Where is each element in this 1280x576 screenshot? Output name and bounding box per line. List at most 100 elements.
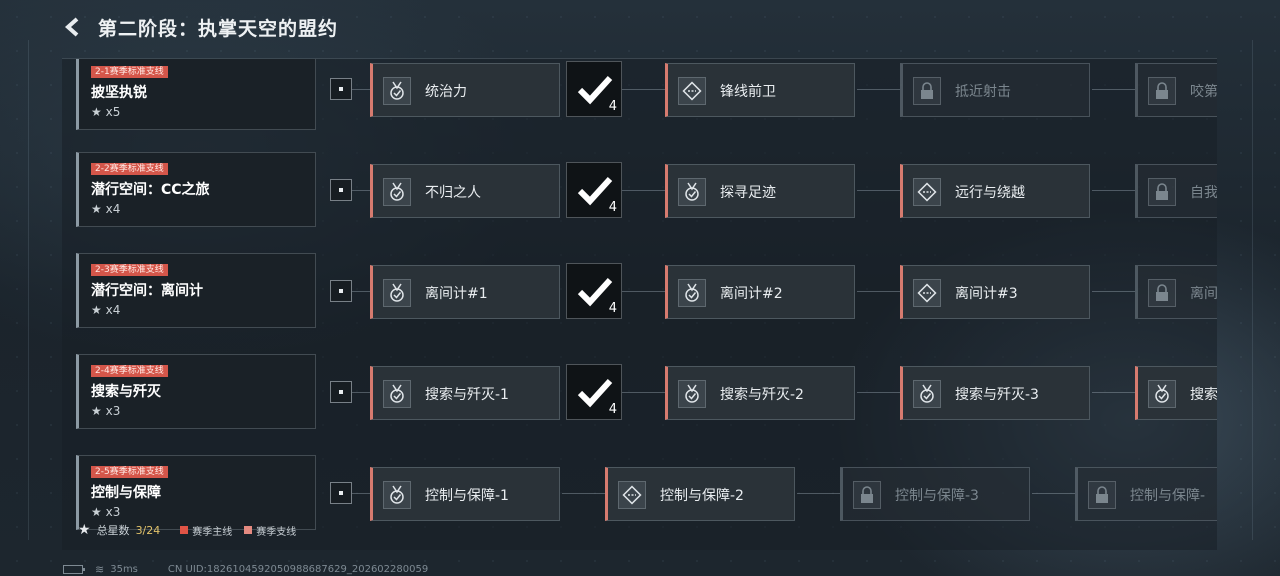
checkmark-icon [577,378,613,408]
task-name: 抵近射击 [955,84,1011,100]
task-name: 搜索与歼灭-2 [720,387,804,403]
task-node[interactable]: 探寻足迹 [665,164,855,218]
star-icon: ★ [91,505,102,519]
diamond-icon [678,77,706,105]
task-name: 不归之人 [425,185,481,201]
back-button[interactable] [60,14,86,40]
completed-check: 4 [566,162,622,218]
branch-tag: 2-1赛季标准支线 [91,66,168,78]
branch-card[interactable]: 2-5赛季标准支线 控制与保障 ★ x3 [76,455,316,530]
task-name: 离间 [1190,286,1217,302]
branch-node-button[interactable] [330,280,352,302]
task-name: 咬第 [1190,84,1217,100]
task-name: 搜索与歼灭-3 [955,387,1039,403]
task-node[interactable]: 离间计#1 [370,265,560,319]
task-node-locked[interactable]: 控制与保障-3 [840,467,1030,521]
task-node[interactable]: 搜索与歼灭-2 [665,366,855,420]
task-name: 探寻足迹 [720,185,776,201]
medal-icon [678,178,706,206]
diamond-icon [913,279,941,307]
task-name: 搜索与歼灭-1 [425,387,509,403]
task-node-locked[interactable]: 抵近射击 [900,63,1090,117]
medal-icon [913,380,941,408]
task-name: 离间计#2 [720,286,783,302]
task-node-locked[interactable]: 离间 [1135,265,1217,319]
battery-icon [63,564,85,574]
branch-title: 搜索与歼灭 [91,384,161,400]
check-count: 4 [608,402,617,417]
page-title: 第二阶段：执掌天空的盟约 [98,17,339,40]
check-count: 4 [608,301,617,316]
task-node-locked[interactable]: 控制与保障- [1075,467,1217,521]
total-stars-label: 总星数 [96,524,130,537]
branch-node-button[interactable] [330,179,352,201]
main-line-label: 赛季主线 [192,526,233,538]
branch-title: 控制与保障 [91,485,161,501]
task-name: 搜索 [1190,387,1217,403]
task-node[interactable]: 搜索与歼灭-1 [370,366,560,420]
side-line-swatch [244,526,253,534]
task-node[interactable]: 离间计#2 [665,265,855,319]
wifi-icon: ≋ [95,562,105,576]
branch-stars: ★ x3 [91,404,121,418]
ping-value: 35ms [110,563,138,575]
star-icon: ★ [91,404,102,418]
task-node[interactable]: 控制与保障-2 [605,467,795,521]
task-node[interactable]: 远行与绕越 [900,164,1090,218]
branch-row-4: 2-4赛季标准支线 搜索与歼灭 ★ x3 搜索与歼灭-1 4 搜索与歼灭-2 搜… [62,354,1217,438]
star-legend: ★ 总星数 3/24 赛季主线 赛季支线 [78,522,296,538]
branch-row-2: 2-2赛季标准支线 潜行空间：CC之旅 ★ x4 不归之人 4 探寻足迹 远行与… [62,152,1217,236]
side-line-label: 赛季支线 [256,526,297,538]
task-name: 离间计#1 [425,286,488,302]
completed-check: 4 [566,61,622,117]
completed-check: 4 [566,263,622,319]
task-name: 控制与保障-2 [660,488,744,504]
completed-check: 4 [566,364,622,420]
branch-card[interactable]: 2-1赛季标准支线 披坚执锐 ★ x5 [76,59,316,130]
uid-text: CN UID:1826104592050988687629_2026022800… [167,563,429,575]
branch-row-3: 2-3赛季标准支线 潜行空间：离间计 ★ x4 离间计#1 4 离间计#2 离间… [62,253,1217,337]
task-name: 控制与保障-1 [425,488,509,504]
star-icon: ★ [91,105,102,119]
task-node[interactable]: 控制与保障-1 [370,467,560,521]
task-node[interactable]: 锋线前卫 [665,63,855,117]
branch-node-button[interactable] [330,78,352,100]
medal-icon [678,380,706,408]
branch-tag: 2-2赛季标准支线 [91,163,168,175]
task-name: 控制与保障-3 [895,488,979,504]
task-name: 统治力 [425,84,467,100]
task-name: 锋线前卫 [720,84,776,100]
branch-card[interactable]: 2-4赛季标准支线 搜索与歼灭 ★ x3 [76,354,316,429]
medal-icon [383,178,411,206]
task-node[interactable]: 搜索 [1135,366,1217,420]
lock-icon [1148,77,1176,105]
chevron-left-icon [64,17,79,37]
task-node-locked[interactable]: 咬第 [1135,63,1217,117]
medal-icon [383,380,411,408]
main-line-swatch [180,526,189,534]
task-node[interactable]: 离间计#3 [900,265,1090,319]
medal-icon [383,481,411,509]
branch-stars: ★ x4 [91,303,121,317]
lock-icon [1148,178,1176,206]
branch-tag: 2-3赛季标准支线 [91,264,168,276]
check-count: 4 [608,99,617,114]
branch-node-button[interactable] [330,482,352,504]
branch-node-button[interactable] [330,381,352,403]
frame-line-right [1252,40,1253,540]
task-name: 远行与绕越 [955,185,1025,201]
branch-stars: ★ x5 [91,105,121,119]
task-node[interactable]: 搜索与歼灭-3 [900,366,1090,420]
header: 第二阶段：执掌天空的盟约 [60,10,338,44]
lock-icon [1148,279,1176,307]
task-node[interactable]: 不归之人 [370,164,560,218]
medal-icon [383,279,411,307]
task-node[interactable]: 统治力 [370,63,560,117]
medal-icon [383,77,411,105]
task-node-locked[interactable]: 自我 [1135,164,1217,218]
diamond-icon [618,481,646,509]
branch-card[interactable]: 2-2赛季标准支线 潜行空间：CC之旅 ★ x4 [76,152,316,227]
branch-card[interactable]: 2-3赛季标准支线 潜行空间：离间计 ★ x4 [76,253,316,328]
branch-row-1: 2-1赛季标准支线 披坚执锐 ★ x5 统治力 4 锋线前卫 抵近射击 咬第 [62,59,1217,135]
branch-title: 披坚执锐 [91,85,147,101]
